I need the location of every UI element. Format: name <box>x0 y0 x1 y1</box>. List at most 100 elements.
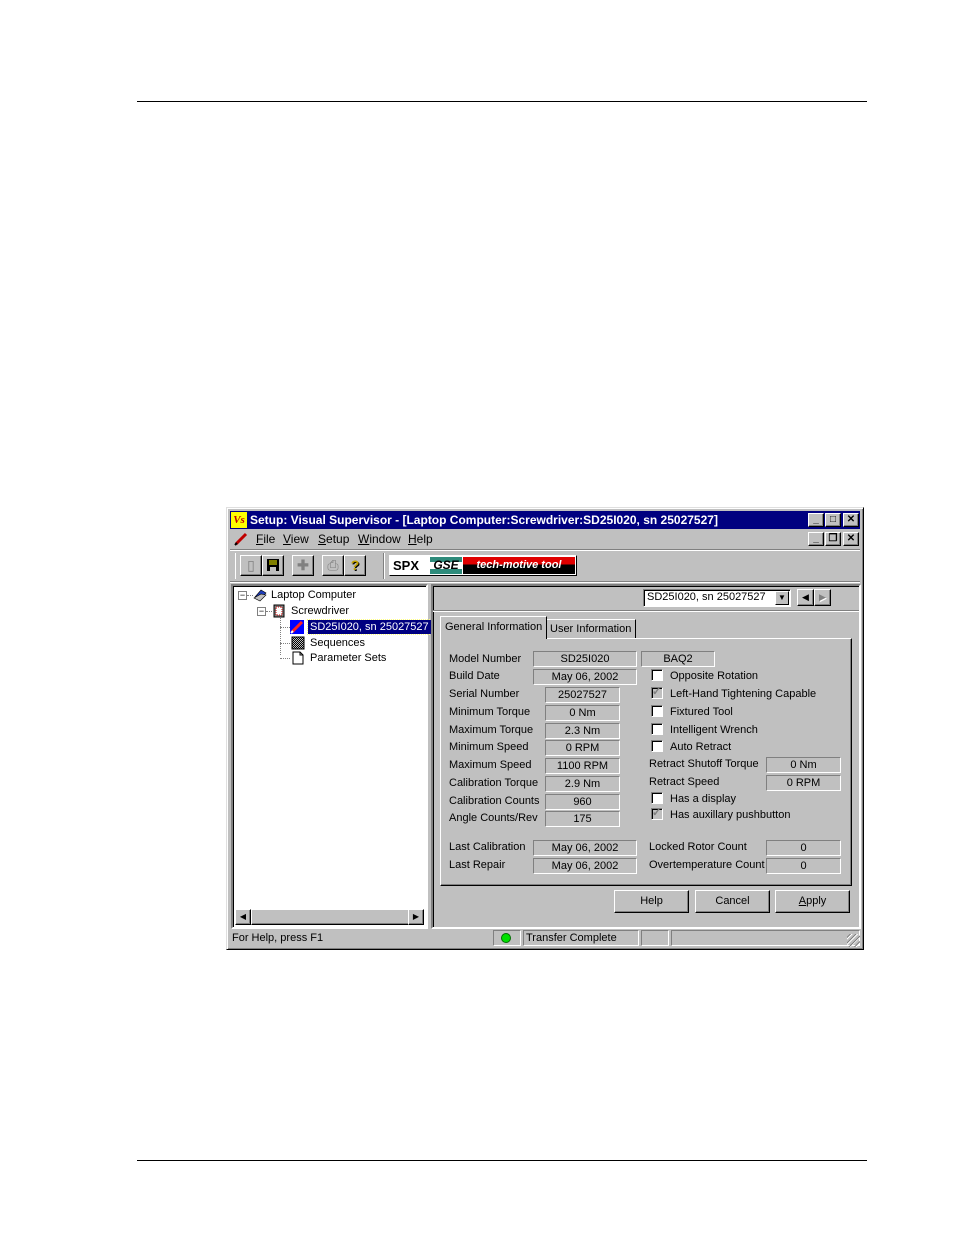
app-icon[interactable]: Vs <box>231 512 247 528</box>
collapse-screwdriver-toggle[interactable]: − <box>257 607 266 616</box>
min-torque-label: Minimum Torque <box>449 706 531 718</box>
toolbar: ▯ ✚ ⎙ ? <box>235 553 380 579</box>
min-torque-field: 0 Nm <box>545 705 620 721</box>
last-calibration-field: May 06, 2002 <box>533 840 637 856</box>
menu-setup[interactable]: Setup <box>318 530 349 548</box>
apply-rest: pply <box>806 895 827 907</box>
tree-line <box>280 627 290 628</box>
auto-retract-checkbox[interactable] <box>651 740 663 752</box>
last-repair-field: May 06, 2002 <box>533 858 637 874</box>
tab-general-information[interactable]: General Information <box>440 616 548 639</box>
opposite-rotation-label: Opposite Rotation <box>670 670 759 682</box>
menu-view[interactable]: View <box>283 530 309 548</box>
angle-counts-field: 175 <box>545 811 620 827</box>
locked-rotor-label: Locked Rotor Count <box>649 841 747 853</box>
tree-node-screwdriver[interactable]: Screwdriver <box>291 604 349 618</box>
general-information-panel: Model Number SD25I020 BAQ2 Build Date Ma… <box>440 638 852 886</box>
document-pen-icon[interactable] <box>234 532 248 546</box>
scroll-left-button[interactable]: ◀ <box>235 909 251 925</box>
auto-retract-label: Auto Retract <box>670 741 732 753</box>
tree-node-parameter-sets[interactable]: Parameter Sets <box>310 651 386 665</box>
fixtured-tool-label: Fixtured Tool <box>670 706 733 718</box>
help-icon: ? <box>350 557 360 573</box>
device-button[interactable]: ▯ <box>240 555 262 576</box>
model-number-field: SD25I020 <box>533 651 637 667</box>
pane-separator <box>433 610 859 611</box>
tool-selector-value: SD25I020, sn 25027527 <box>647 591 766 603</box>
scroll-thumb[interactable] <box>251 909 411 925</box>
build-date-label: Build Date <box>449 670 500 682</box>
cal-torque-label: Calibration Torque <box>449 777 539 789</box>
min-speed-label: Minimum Speed <box>449 741 529 753</box>
has-aux-pushbutton-checkbox[interactable] <box>651 806 663 820</box>
help-dialog-button[interactable]: Help <box>614 890 689 913</box>
max-torque-field: 2.3 Nm <box>545 723 620 739</box>
logo-spx-text: SPX <box>393 558 420 573</box>
menu-file[interactable]: File <box>256 530 275 548</box>
status-message-panel: Transfer Complete <box>523 930 639 946</box>
save-icon <box>267 559 279 571</box>
title-bar[interactable]: Vs Setup: Visual Supervisor - [Laptop Co… <box>230 511 860 529</box>
cal-counts-label: Calibration Counts <box>449 795 540 807</box>
tree-horizontal-scrollbar[interactable]: ◀ ▶ <box>235 909 424 925</box>
close-button[interactable]: ✕ <box>843 513 859 527</box>
tool-icon <box>290 620 304 634</box>
maximize-button[interactable]: □ <box>825 513 841 527</box>
print-button[interactable]: ⎙ <box>322 555 344 576</box>
next-tool-button[interactable]: ▶ <box>814 589 831 606</box>
left-hand-tightening-checkbox[interactable] <box>651 685 663 699</box>
toolbar-separator <box>230 549 860 550</box>
tool-selector-dropdown[interactable]: SD25I020, sn 25027527 ▼ <box>643 589 791 607</box>
intelligent-wrench-checkbox[interactable] <box>651 723 663 735</box>
cal-counts-field: 960 <box>545 794 620 810</box>
menu-window[interactable]: Window <box>358 530 401 548</box>
opposite-rotation-checkbox[interactable] <box>651 669 663 681</box>
status-bar: For Help, press F1 Transfer Complete <box>230 929 860 947</box>
scroll-right-button[interactable]: ▶ <box>408 909 424 925</box>
retract-speed-label: Retract Speed <box>649 776 720 788</box>
document-icon <box>292 651 304 665</box>
has-display-label: Has a display <box>670 793 737 805</box>
tree-node-tool[interactable]: SD25I020, sn 25027527 <box>307 619 432 635</box>
minimize-button[interactable]: _ <box>808 513 824 527</box>
logo-band: SPX GSE tech-motive tool <box>383 553 580 579</box>
logo-gse-text: GSE <box>430 557 462 574</box>
add-button[interactable]: ✚ <box>292 555 314 576</box>
build-date-field: May 06, 2002 <box>533 669 637 685</box>
max-speed-field: 1100 RPM <box>545 758 620 774</box>
app-window: Vs Setup: Visual Supervisor - [Laptop Co… <box>226 507 864 950</box>
mdi-minimize-button[interactable]: _ <box>808 532 824 546</box>
has-display-checkbox[interactable] <box>651 792 663 804</box>
retract-torque-label: Retract Shutoff Torque <box>649 758 759 770</box>
window-title: Setup: Visual Supervisor - [Laptop Compu… <box>250 513 718 527</box>
cancel-button[interactable]: Cancel <box>695 890 770 913</box>
menu-bar: File View Setup Window Help _ ❐ ✕ <box>230 530 860 548</box>
collapse-laptop-toggle[interactable]: − <box>238 591 247 600</box>
status-empty-panel <box>671 930 860 946</box>
tree-line <box>280 643 290 644</box>
has-aux-pushbutton-label: Has auxillary pushbutton <box>670 809 791 821</box>
tab-user-information[interactable]: User Information <box>545 619 637 639</box>
tree-node-laptop[interactable]: Laptop Computer <box>271 588 356 602</box>
device-tree[interactable]: − Laptop Computer − Screwdriver SD25I020… <box>231 584 432 929</box>
status-extra-panel <box>641 930 669 946</box>
chevron-down-icon[interactable]: ▼ <box>775 591 789 605</box>
apply-button[interactable]: Apply <box>775 890 850 913</box>
page-footer-rule <box>137 1160 867 1161</box>
previous-tool-button[interactable]: ◀ <box>797 589 814 606</box>
resize-grip[interactable] <box>847 934 860 947</box>
sequences-icon <box>291 636 305 650</box>
mdi-restore-button[interactable]: ❐ <box>825 532 841 546</box>
tree-line <box>280 658 290 659</box>
retract-speed-field: 0 RPM <box>766 775 841 791</box>
menu-help[interactable]: Help <box>408 530 433 548</box>
connection-status-icon <box>501 933 511 943</box>
help-button[interactable]: ? <box>344 555 366 576</box>
tree-node-sequences[interactable]: Sequences <box>310 636 365 650</box>
details-pane: SD25I020, sn 25027527 ▼ ◀ ▶ General Info… <box>431 584 861 929</box>
fixtured-tool-checkbox[interactable] <box>651 705 663 717</box>
model-code-field: BAQ2 <box>641 651 715 667</box>
mdi-close-button[interactable]: ✕ <box>843 532 859 546</box>
spx-logo: SPX GSE tech-motive tool <box>389 555 577 576</box>
save-button[interactable] <box>262 555 284 576</box>
